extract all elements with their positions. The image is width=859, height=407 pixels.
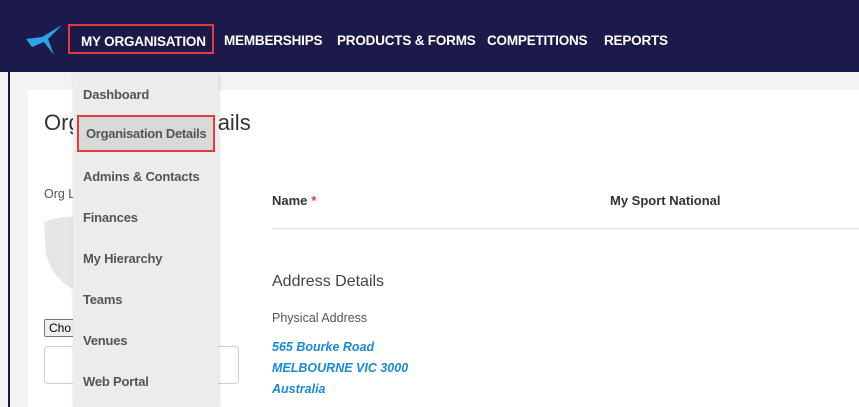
- dropdown-item-finances[interactable]: Finances: [83, 210, 138, 225]
- dropdown-item-my-hierarchy[interactable]: My Hierarchy: [83, 251, 162, 266]
- dropdown-item-organisation-details[interactable]: Organisation Details: [77, 115, 215, 152]
- star-logo-icon[interactable]: [26, 25, 64, 55]
- dropdown-item-venues[interactable]: Venues: [83, 333, 128, 348]
- name-label-text: Name: [272, 193, 308, 208]
- nav-my-organisation-label: MY ORGANISATION: [81, 34, 206, 49]
- dropdown-item-admins-contacts[interactable]: Admins & Contacts: [83, 169, 200, 184]
- nav-my-organisation[interactable]: MY ORGANISATION: [68, 24, 214, 54]
- frame-border: [8, 72, 10, 407]
- name-field-label: Name *: [272, 193, 316, 208]
- required-marker: *: [311, 193, 317, 208]
- dropdown-item-web-portal[interactable]: Web Portal: [83, 374, 149, 389]
- dropdown-item-dashboard[interactable]: Dashboard: [83, 87, 149, 102]
- address-section-title: Address Details: [272, 273, 385, 290]
- org-logo-label: Org L: [44, 187, 76, 201]
- address-line-country[interactable]: Australia: [272, 382, 326, 396]
- choose-file-button[interactable]: Cho: [44, 319, 77, 337]
- address-line-street[interactable]: 565 Bourke Road: [272, 340, 374, 354]
- nav-reports[interactable]: REPORTS: [604, 33, 668, 48]
- divider: [272, 228, 859, 229]
- nav-memberships[interactable]: MEMBERSHIPS: [224, 33, 323, 48]
- nav-competitions[interactable]: COMPETITIONS: [487, 33, 588, 48]
- physical-address-label: Physical Address: [272, 311, 368, 325]
- address-line-city[interactable]: MELBOURNE VIC 3000: [272, 361, 408, 375]
- page-title-end: ails: [217, 110, 251, 135]
- dropdown-item-teams[interactable]: Teams: [83, 292, 122, 307]
- name-field-value: My Sport National: [610, 193, 721, 208]
- nav-products-forms[interactable]: PRODUCTS & FORMS: [337, 33, 476, 48]
- organisation-details-label: Organisation Details: [86, 126, 207, 141]
